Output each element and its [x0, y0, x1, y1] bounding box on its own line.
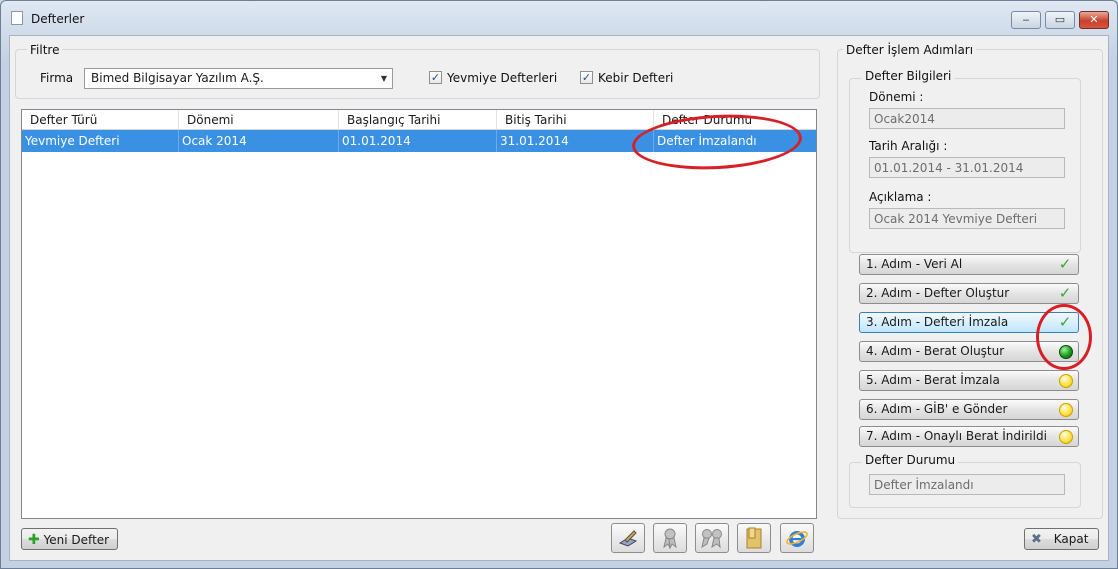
- maximize-button[interactable]: ▭: [1045, 11, 1075, 29]
- step-5-berat-imzala-button[interactable]: 5. Adım - Berat İmzala: [859, 370, 1079, 391]
- step-1-veri-al-button[interactable]: 1. Adım - Veri Al ✓: [859, 254, 1079, 275]
- folder-icon: [746, 527, 762, 549]
- defter-grid[interactable]: Defter Türü Dönemi Başlangıç Tarihi Biti…: [21, 109, 817, 519]
- window-title: Defterler: [31, 12, 85, 26]
- defter-bilgileri-label: Defter Bilgileri: [862, 69, 955, 83]
- window-document-icon: [11, 11, 23, 25]
- yeni-defter-button[interactable]: ✚ Yeni Defter: [21, 528, 118, 550]
- defter-durumu-field: Defter İmzalandı: [869, 474, 1065, 495]
- table-cell: Ocak 2014: [179, 130, 339, 152]
- step-6-gibe-gonder-button[interactable]: 6. Adım - GİB' e Gönder: [859, 399, 1079, 420]
- sign-book-button[interactable]: [611, 523, 645, 553]
- internet-explorer-button[interactable]: [780, 523, 814, 553]
- table-cell: 01.01.2014: [339, 130, 497, 152]
- berat-button[interactable]: [653, 523, 687, 553]
- tarih-araligi-label: Tarih Aralığı :: [869, 139, 948, 153]
- column-header-donemi[interactable]: Dönemi: [179, 110, 339, 129]
- plus-icon: ✚: [28, 532, 40, 548]
- firma-label: Firma: [40, 71, 74, 85]
- aciklama-label: Açıklama :: [869, 190, 932, 204]
- folder-button[interactable]: [737, 523, 771, 553]
- yellow-status-icon: [1059, 430, 1073, 444]
- internet-explorer-icon: [786, 531, 808, 547]
- step-2-defter-olustur-button[interactable]: 2. Adım - Defter Oluştur ✓: [859, 283, 1079, 304]
- firma-combobox[interactable]: Bimed Bilgisayar Yazılım A.Ş. ▼: [84, 68, 393, 89]
- checkmark-icon: ✓: [1058, 255, 1072, 273]
- step-label: 4. Adım - Berat Oluştur: [866, 344, 1005, 358]
- step-7-onayli-berat-button[interactable]: 7. Adım - Onaylı Berat İndirildi: [859, 426, 1079, 447]
- yevmiye-checkbox[interactable]: ✓: [429, 71, 442, 84]
- yeni-defter-label: Yeni Defter: [43, 533, 110, 547]
- checkmark-icon: ✓: [581, 71, 592, 84]
- berat-multi-button[interactable]: [695, 523, 729, 553]
- annotation-circle-step-icons: [1036, 304, 1092, 370]
- yellow-status-icon: [1059, 374, 1073, 388]
- column-header-defter-turu[interactable]: Defter Türü: [22, 110, 179, 129]
- kapat-label: Kapat: [1053, 532, 1089, 546]
- aciklama-field: Ocak 2014 Yevmiye Defteri: [869, 208, 1065, 229]
- steps-panel-content: Defter Bilgileri Dönemi : Ocak2014 Tarih…: [837, 49, 1103, 519]
- close-x-icon: ✖: [1031, 532, 1042, 547]
- chevron-down-icon[interactable]: ▼: [376, 69, 392, 88]
- donemi-field: Ocak2014: [869, 108, 1065, 129]
- kapat-button[interactable]: ✖ Kapat: [1024, 528, 1099, 550]
- yellow-status-icon: [1059, 403, 1073, 417]
- ribbon-award-icon: [663, 528, 677, 549]
- client-area: Filtre Firma Bimed Bilgisayar Yazılım A.…: [9, 35, 1109, 561]
- step-label: 3. Adım - Defteri İmzala: [866, 315, 1009, 329]
- close-button[interactable]: ✕: [1079, 11, 1109, 29]
- kebir-checkbox[interactable]: ✓: [580, 71, 593, 84]
- step-label: 5. Adım - Berat İmzala: [866, 373, 1000, 387]
- checkmark-icon: ✓: [1058, 284, 1072, 302]
- column-header-baslangic[interactable]: Başlangıç Tarihi: [339, 110, 497, 129]
- table-cell: Yevmiye Defteri: [22, 130, 179, 152]
- defter-durumu-label: Defter Durumu: [862, 453, 959, 467]
- double-ribbon-icon: [701, 529, 722, 549]
- defterler-window: Defterler ‒ ▭ ✕ Filtre Firma Bimed Bilgi…: [0, 0, 1118, 569]
- checkmark-icon: ✓: [430, 71, 441, 84]
- sign-book-icon: [618, 530, 638, 547]
- firma-combobox-value: Bimed Bilgisayar Yazılım A.Ş.: [91, 71, 264, 85]
- step-label: 2. Adım - Defter Oluştur: [866, 286, 1010, 300]
- yevmiye-checkbox-label[interactable]: Yevmiye Defterleri: [447, 71, 557, 85]
- step-label: 6. Adım - GİB' e Gönder: [866, 402, 1008, 416]
- step-label: 7. Adım - Onaylı Berat İndirildi: [866, 429, 1047, 443]
- kebir-checkbox-label[interactable]: Kebir Defteri: [598, 71, 673, 85]
- filter-group-label: Filtre: [27, 43, 63, 57]
- step-label: 1. Adım - Veri Al: [866, 257, 963, 271]
- table-cell: 31.01.2014: [497, 130, 654, 152]
- title-bar[interactable]: Defterler ‒ ▭ ✕: [1, 1, 1117, 35]
- tarih-araligi-field: 01.01.2014 - 31.01.2014: [869, 157, 1065, 178]
- donemi-label: Dönemi :: [869, 90, 924, 104]
- column-header-bitis[interactable]: Bitiş Tarihi: [497, 110, 654, 129]
- minimize-button[interactable]: ‒: [1011, 11, 1041, 29]
